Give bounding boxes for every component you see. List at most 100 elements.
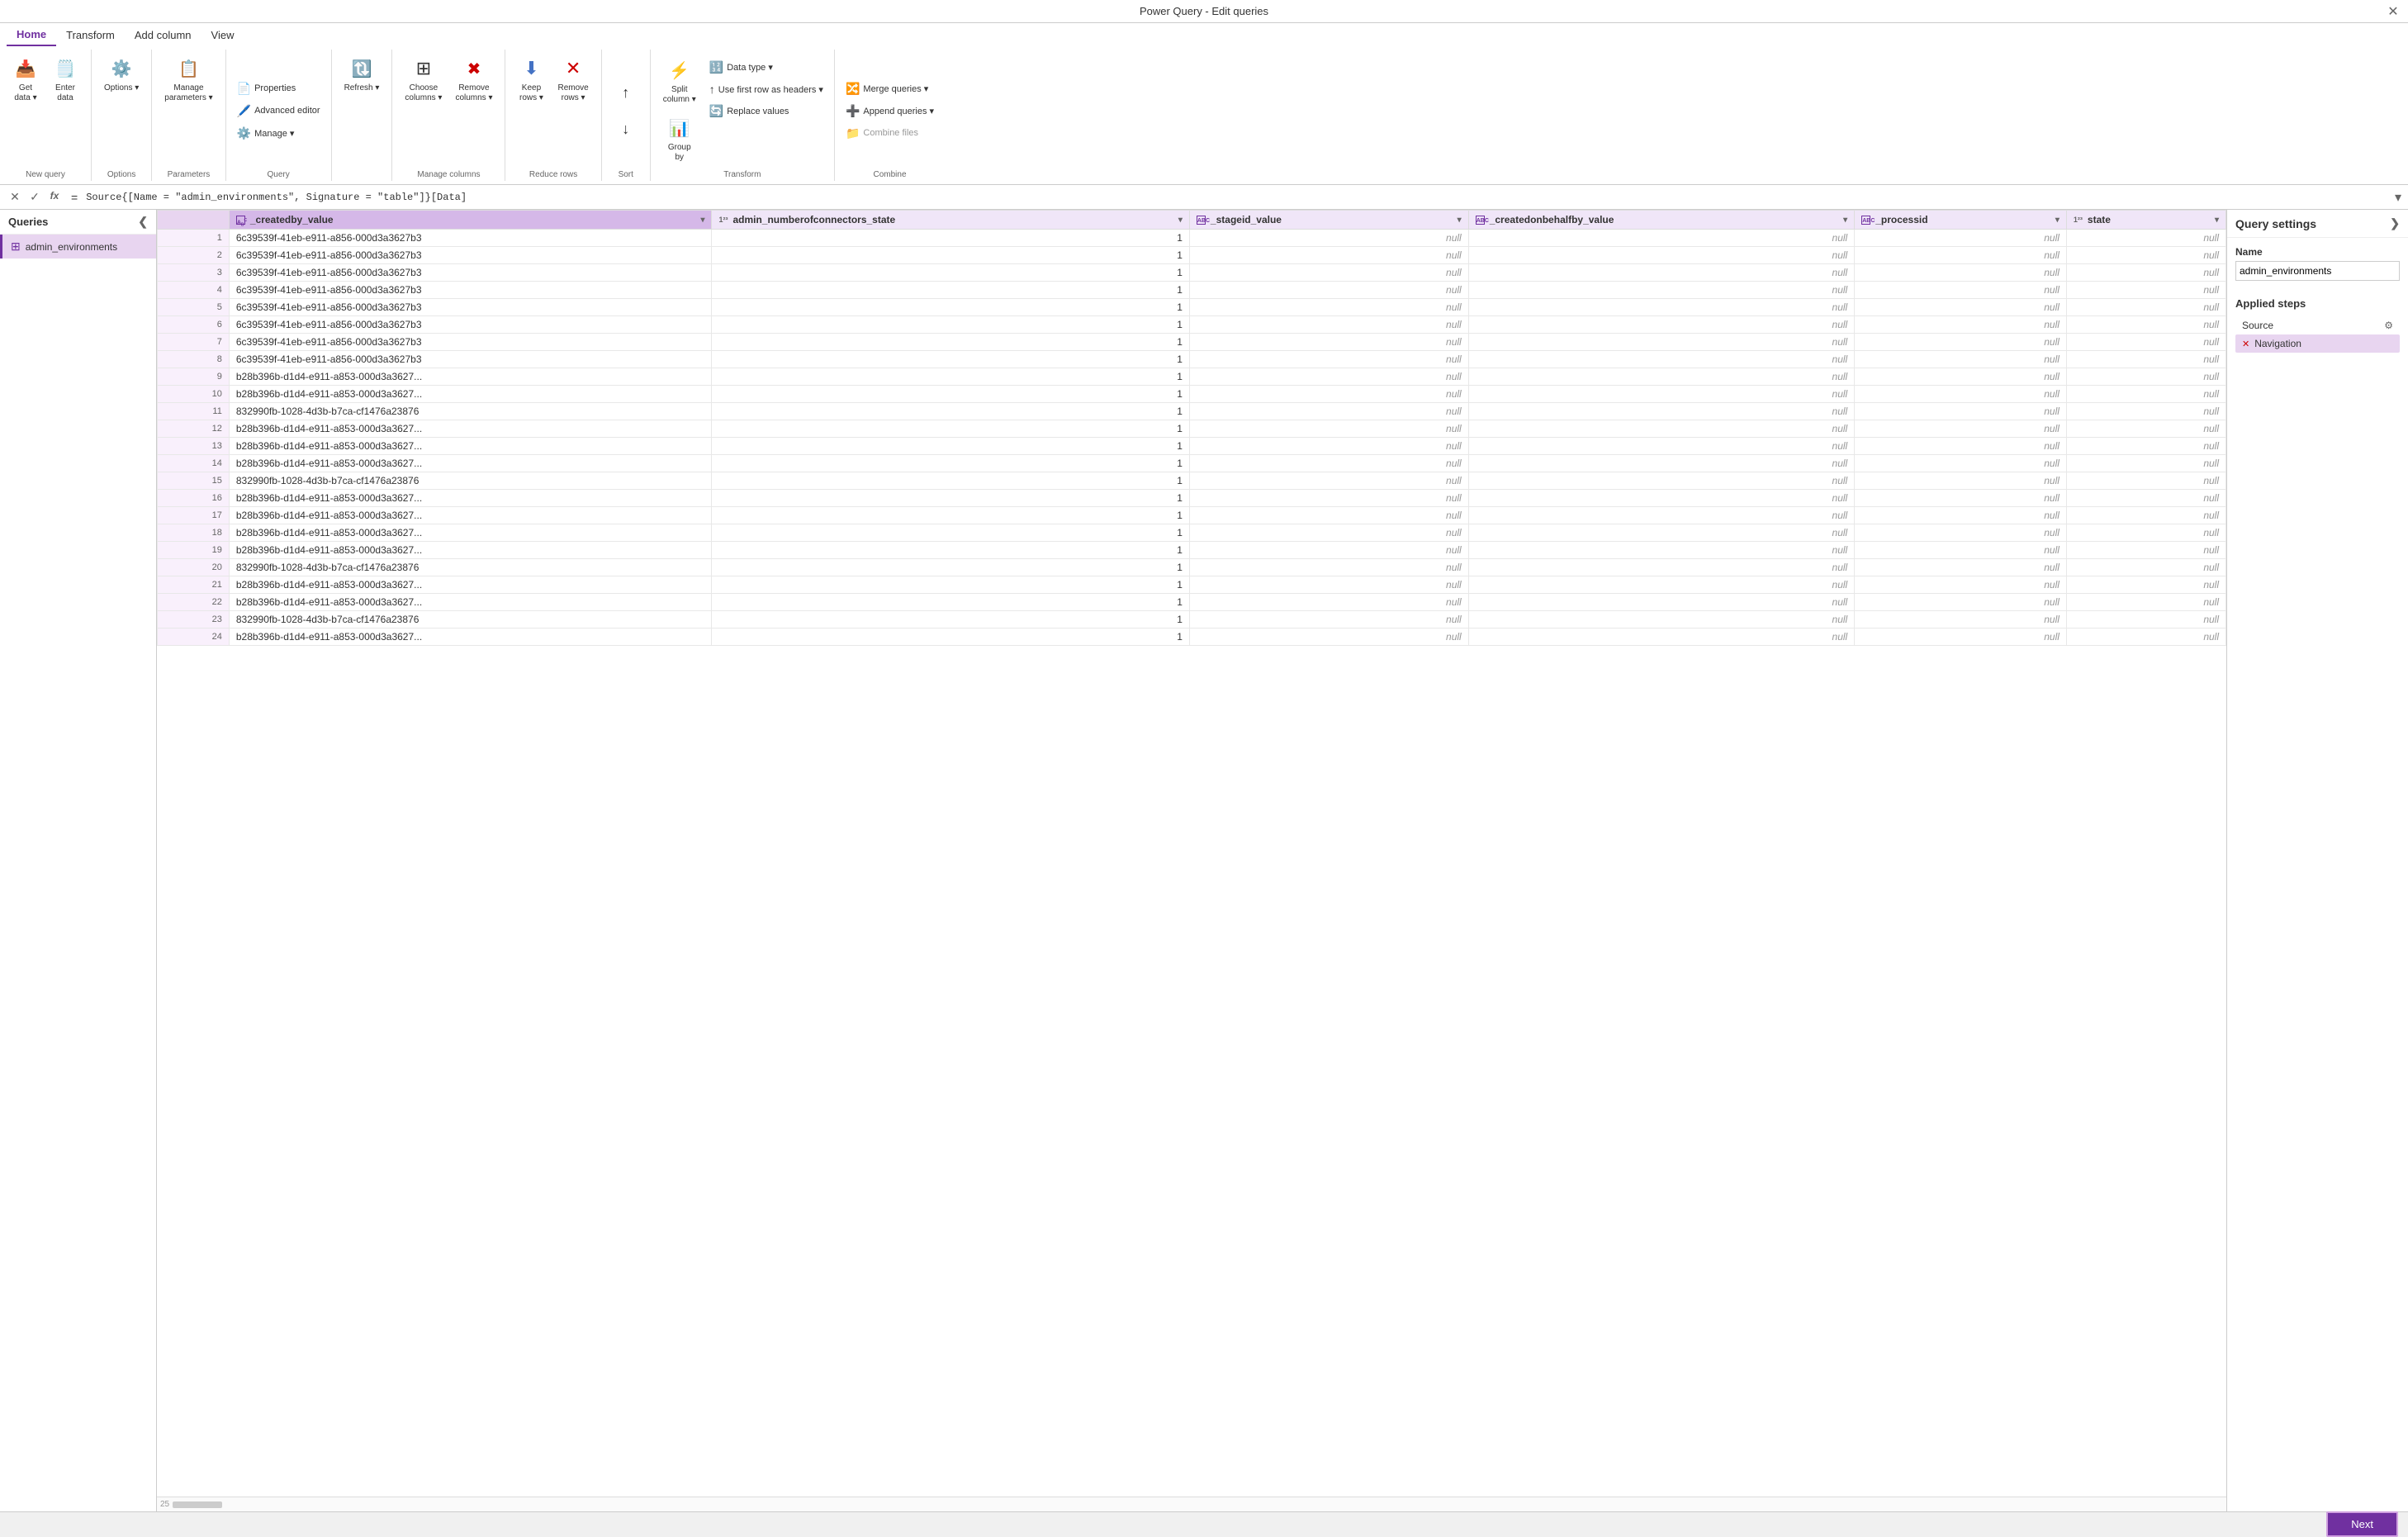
col-header-createdonbehalfby[interactable]: ABC _createdonbehalfby_value ▾	[1468, 211, 1855, 230]
table-cell: 1	[712, 230, 1189, 247]
row-num-cell: 5	[158, 299, 230, 316]
refresh-button[interactable]: 🔃 Refresh ▾	[339, 51, 386, 97]
properties-button[interactable]: 📄 Properties	[233, 79, 325, 98]
remove-columns-button[interactable]: ✖ Removecolumns ▾	[449, 51, 498, 107]
queries-collapse-button[interactable]: ❮	[138, 215, 148, 229]
table-cell: null	[1468, 455, 1855, 472]
query-name-input[interactable]	[2235, 261, 2400, 281]
table-cell: null	[2066, 386, 2226, 403]
data-type-button[interactable]: 🔢 Data type ▾	[705, 58, 827, 77]
row-num-cell: 22	[158, 594, 230, 611]
settings-expand-icon[interactable]: ❯	[2390, 216, 2400, 230]
row-num-cell: 4	[158, 282, 230, 299]
remove-rows-button[interactable]: ✕ Removerows ▾	[552, 51, 594, 107]
get-data-label: Getdata ▾	[14, 83, 36, 103]
merge-queries-button[interactable]: 🔀 Merge queries ▾	[841, 79, 938, 98]
col-filter-createdonbehalfby[interactable]: ▾	[1843, 216, 1847, 225]
sort-desc-button[interactable]: ↓	[609, 111, 643, 146]
manage-button[interactable]: ⚙️ Manage ▾	[233, 124, 325, 143]
replace-values-button[interactable]: 🔄 Replace values	[705, 102, 827, 121]
close-button[interactable]: ✕	[2385, 3, 2401, 20]
table-cell: null	[2066, 594, 2226, 611]
data-grid-wrapper[interactable]: ABC _createdby_value ▾ 1²³ admin_numbero…	[157, 210, 2226, 1497]
row-num-cell: 24	[158, 629, 230, 646]
first-row-headers-button[interactable]: ↑ Use first row as headers ▾	[705, 80, 827, 98]
query-item-admin-environments[interactable]: ⊞ admin_environments	[0, 235, 156, 259]
table-cell: null	[1855, 576, 2067, 594]
group-by-button[interactable]: 📊 Groupby	[657, 111, 702, 167]
split-column-button[interactable]: ⚡ Splitcolumn ▾	[657, 53, 702, 109]
col-filter-createdby-value[interactable]: ▾	[700, 216, 704, 225]
table-cell: 6c39539f-41eb-e911-a856-000d3a3627b3	[229, 334, 712, 351]
table-cell: null	[1468, 230, 1855, 247]
formula-cancel-icon[interactable]: ✕	[7, 190, 23, 204]
table-cell: 1	[712, 559, 1189, 576]
applied-steps-section: Applied steps Source ⚙ ✕ Navigation	[2227, 289, 2408, 361]
advanced-editor-button[interactable]: 🖊️ Advanced editor	[233, 102, 325, 121]
refresh-icon: 🔃	[348, 55, 375, 82]
col-filter-admin-numconnectors[interactable]: ▾	[1178, 216, 1183, 225]
col-filter-processid[interactable]: ▾	[2055, 216, 2060, 225]
table-cell: null	[1855, 507, 2067, 524]
scroll-row[interactable]: 25	[157, 1497, 2226, 1511]
step-gear-source[interactable]: ⚙	[2384, 320, 2393, 331]
table-cell: null	[1855, 316, 2067, 334]
col-type-abc-5: ABC	[1861, 216, 1870, 225]
step-label-source: Source	[2242, 320, 2273, 331]
table-cell: 1	[712, 247, 1189, 264]
keep-rows-button[interactable]: ⬇ Keeprows ▾	[512, 51, 550, 107]
ribbon-group-options-items: ⚙️ Options ▾	[98, 51, 145, 167]
table-cell: 1	[712, 629, 1189, 646]
sort-asc-button[interactable]: ↑	[609, 75, 643, 110]
tab-home[interactable]: Home	[7, 23, 56, 46]
append-queries-button[interactable]: ➕ Append queries ▾	[841, 102, 938, 121]
col-header-admin-numconnectors[interactable]: 1²³ admin_numberofconnectors_state ▾	[712, 211, 1189, 230]
manage-parameters-button[interactable]: 📋 Manageparameters ▾	[159, 51, 218, 107]
options-button[interactable]: ⚙️ Options ▾	[98, 51, 145, 97]
col-filter-state[interactable]: ▾	[2215, 216, 2219, 225]
ribbon-group-refresh: 🔃 Refresh ▾	[332, 50, 393, 181]
col-header-stageid-value[interactable]: ABC _stageid_value ▾	[1189, 211, 1468, 230]
remove-rows-icon: ✕	[560, 55, 586, 82]
step-item-source[interactable]: Source ⚙	[2235, 316, 2400, 334]
table-cell: b28b396b-d1d4-e911-a853-000d3a3627...	[229, 542, 712, 559]
col-header-state[interactable]: 1²³ state ▾	[2066, 211, 2226, 230]
col-type-123-icon-2: 1²³	[718, 216, 728, 224]
step-delete-navigation[interactable]: ✕	[2242, 339, 2249, 349]
formula-expand-icon[interactable]: ▾	[2395, 189, 2401, 206]
tab-add-column[interactable]: Add column	[125, 23, 201, 46]
table-cell: null	[2066, 299, 2226, 316]
settings-title: Query settings	[2235, 217, 2316, 230]
col-header-processid[interactable]: ABC _processid ▾	[1855, 211, 2067, 230]
tab-view[interactable]: View	[201, 23, 244, 46]
row-num-header	[158, 211, 230, 230]
enter-data-button[interactable]: 🗒️ Enterdata	[46, 51, 84, 107]
next-button[interactable]: Next	[2326, 1511, 2398, 1537]
formula-input[interactable]	[86, 192, 2390, 203]
remove-columns-icon: ✖	[461, 55, 487, 82]
table-cell: null	[1468, 403, 1855, 420]
enter-data-label: Enterdata	[55, 83, 75, 103]
enter-data-icon: 🗒️	[52, 55, 78, 82]
table-cell: null	[1855, 611, 2067, 629]
col-filter-stageid-value[interactable]: ▾	[1458, 216, 1462, 225]
row-num-cell: 10	[158, 386, 230, 403]
combine-files-button[interactable]: 📁 Combine files	[841, 124, 938, 143]
horizontal-scrollbar[interactable]	[173, 1501, 222, 1508]
table-cell: null	[1468, 386, 1855, 403]
data-type-label: Data type ▾	[727, 62, 773, 73]
formula-fx-icon[interactable]: fx	[46, 190, 63, 204]
col-header-createdby-value[interactable]: ABC _createdby_value ▾	[229, 211, 712, 230]
tab-transform[interactable]: Transform	[56, 23, 125, 46]
table-row: 86c39539f-41eb-e911-a856-000d3a3627b31nu…	[158, 351, 2226, 368]
table-cell: null	[1468, 629, 1855, 646]
choose-columns-button[interactable]: ⊞ Choosecolumns ▾	[399, 51, 448, 107]
merge-queries-icon: 🔀	[846, 82, 860, 96]
get-data-button[interactable]: 📥 Getdata ▾	[7, 51, 45, 107]
table-cell: 832990fb-1028-4d3b-b7ca-cf1476a23876	[229, 403, 712, 420]
applied-steps-label: Applied steps	[2235, 297, 2400, 310]
properties-icon: 📄	[237, 82, 251, 96]
row-num-cell: 13	[158, 438, 230, 455]
formula-confirm-icon[interactable]: ✓	[26, 190, 43, 204]
step-item-navigation[interactable]: ✕ Navigation	[2235, 334, 2400, 353]
